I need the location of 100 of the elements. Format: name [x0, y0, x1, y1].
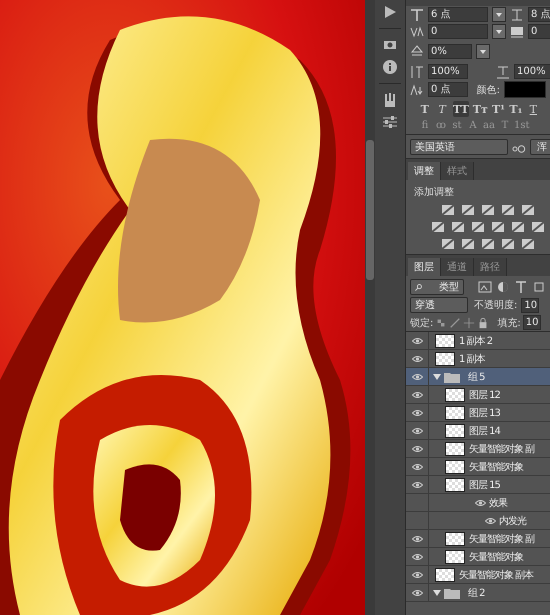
panel-tab[interactable]: 样式 — [441, 162, 474, 180]
layer-name: 1 副本 — [459, 352, 485, 366]
layer-row[interactable]: 效果 — [406, 494, 550, 512]
adjustment-icon[interactable] — [481, 237, 495, 251]
layer-row[interactable]: 图层 14 — [406, 422, 550, 440]
adjustment-icon[interactable] — [451, 220, 465, 234]
adjustment-icon[interactable] — [501, 237, 515, 251]
kerning-icon — [410, 24, 424, 38]
eye-icon[interactable] — [412, 390, 422, 398]
layer-row[interactable]: 图层 12 — [406, 386, 550, 404]
panel-tab[interactable]: 图层 — [408, 258, 441, 276]
adjustment-icon[interactable] — [441, 203, 455, 217]
disclosure-triangle-icon[interactable] — [433, 588, 441, 596]
horizontal-scale-field[interactable]: 100% — [514, 64, 550, 79]
vertical-scale-field[interactable]: 100% — [428, 64, 468, 79]
adjustment-icon[interactable] — [461, 237, 475, 251]
eye-icon[interactable] — [412, 426, 422, 434]
search-icon — [415, 284, 422, 290]
layer-row[interactable]: 矢量智能对象 副 — [406, 530, 550, 548]
language-dropdown[interactable]: 美国英语 — [410, 139, 508, 155]
color-label: 颜色: — [476, 84, 500, 96]
eye-icon[interactable] — [412, 408, 422, 416]
adjustment-icon[interactable] — [521, 203, 535, 217]
eye-icon[interactable] — [412, 534, 422, 542]
kerning-field[interactable]: 0 — [428, 24, 488, 39]
adjustment-icon[interactable] — [521, 237, 535, 251]
layer-name: 图层 12 — [469, 388, 500, 402]
type-style-button[interactable]: T₁ — [509, 101, 523, 117]
layer-name: 矢量智能对象 — [469, 550, 523, 564]
eye-icon[interactable] — [412, 570, 422, 578]
adjustment-icon[interactable] — [511, 220, 525, 234]
adjustment-icon[interactable] — [461, 203, 475, 217]
checkerboard-icon[interactable] — [435, 316, 448, 328]
eye-icon[interactable] — [412, 336, 422, 344]
eye-icon[interactable] — [412, 588, 422, 596]
baseline-shift-field[interactable]: 0 点 — [428, 82, 468, 97]
vertical-scrollbar[interactable] — [365, 0, 375, 615]
shape-filter-icon[interactable] — [532, 280, 546, 294]
adjustment-icon[interactable] — [481, 203, 495, 217]
eye-icon[interactable] — [412, 552, 422, 560]
folder-icon — [444, 586, 460, 598]
play-icon[interactable] — [382, 4, 398, 20]
layer-thumbnail — [445, 406, 465, 420]
brushes-icon[interactable] — [382, 92, 398, 108]
layer-thumbnail — [435, 352, 455, 366]
filter-dropdown[interactable]: 类型 — [410, 279, 464, 295]
eye-icon[interactable] — [412, 354, 422, 362]
layer-row[interactable]: 组 5 — [406, 368, 550, 386]
eye-icon[interactable] — [485, 516, 496, 524]
vertical-scale-icon — [410, 64, 424, 78]
type-style-button[interactable]: T — [418, 101, 432, 117]
layer-row[interactable]: 组 2 — [406, 584, 550, 602]
adjustment-icon[interactable] — [441, 237, 455, 251]
horizontal-scale-icon — [496, 64, 510, 78]
tracking-field[interactable]: 0 — [528, 24, 550, 39]
layer-row[interactable]: 矢量智能对象 — [406, 458, 550, 476]
eye-icon[interactable] — [412, 444, 422, 452]
panel-tab[interactable]: 调整 — [408, 162, 441, 180]
type-style-button[interactable]: T — [526, 101, 540, 117]
type-filter-icon[interactable] — [514, 280, 528, 294]
layer-name: 矢量智能对象 副 — [469, 532, 534, 546]
type-style-button[interactable]: T — [435, 101, 449, 117]
panel-tab[interactable]: 路径 — [474, 258, 507, 276]
adjustment-icon[interactable] — [501, 203, 515, 217]
tsume-field[interactable]: 0% — [428, 44, 472, 59]
panel-tab[interactable]: 通道 — [441, 258, 474, 276]
info-icon[interactable] — [382, 59, 398, 75]
layer-row[interactable]: 1 副本 2 — [406, 332, 550, 350]
leading-field[interactable]: 8 点 — [528, 7, 550, 22]
type-style-button[interactable]: Tт — [472, 101, 488, 117]
adjustment-icon[interactable] — [491, 220, 505, 234]
layer-row[interactable]: 矢量智能对象 — [406, 548, 550, 566]
layer-row[interactable]: 图层 13 — [406, 404, 550, 422]
disclosure-triangle-icon[interactable] — [433, 372, 441, 380]
adjustment-icon[interactable] — [431, 220, 445, 234]
sliders-icon[interactable] — [382, 114, 398, 130]
type-style-button[interactable]: T¹ — [492, 101, 506, 117]
brush-icon[interactable] — [449, 316, 462, 328]
type-style-button[interactable]: TT — [452, 101, 469, 117]
blend-mode-dropdown[interactable]: 穿透 — [410, 297, 468, 313]
eye-icon[interactable] — [475, 498, 486, 506]
eye-icon[interactable] — [412, 372, 422, 380]
layer-row[interactable]: 内发光 — [406, 512, 550, 530]
adjustment-icon[interactable] — [471, 220, 485, 234]
lock-icon[interactable] — [477, 316, 490, 328]
image-filter-icon[interactable] — [478, 280, 492, 294]
fill-field[interactable]: 10 — [522, 315, 541, 330]
eye-icon[interactable] — [412, 480, 422, 488]
adjustment-icon[interactable] — [531, 220, 545, 234]
layer-name: 图层 13 — [469, 406, 500, 420]
eye-icon[interactable] — [412, 462, 422, 470]
layer-row[interactable]: 矢量智能对象 副 — [406, 440, 550, 458]
layer-row[interactable]: 矢量智能对象 副本 — [406, 566, 550, 584]
opacity-field[interactable]: 10 — [521, 298, 540, 312]
antialias-dropdown[interactable]: 浑 — [530, 139, 550, 155]
font-size-field[interactable]: 6 点 — [428, 7, 488, 22]
layer-row[interactable]: 图层 15 — [406, 476, 550, 494]
color-swatch[interactable] — [504, 81, 546, 98]
group-name: 组 5 — [468, 370, 485, 384]
adjustment-filter-icon[interactable] — [496, 280, 510, 294]
